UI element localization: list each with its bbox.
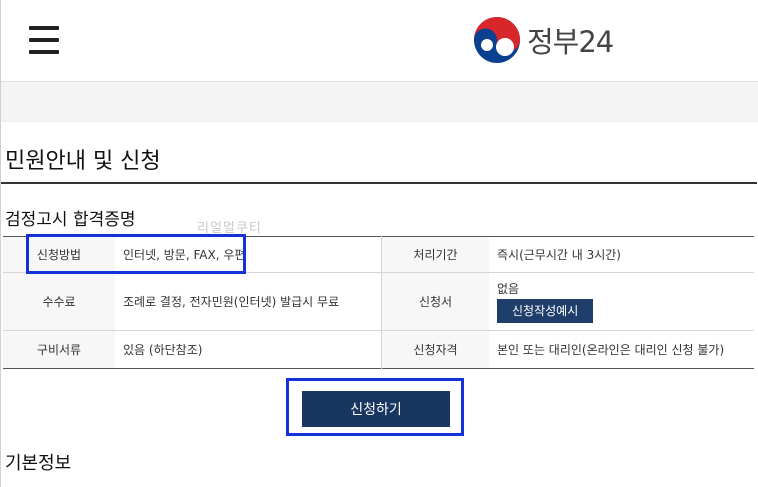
table-value: 없음 xyxy=(497,281,520,296)
form-sample-button[interactable]: 신청작성예시 xyxy=(497,298,594,323)
sub-navigation-band xyxy=(1,82,758,122)
table-label: 수수료 xyxy=(3,272,115,331)
table-label: 신청서 xyxy=(381,272,489,331)
page: 정부24 민원안내 및 신청 검정고시 합격증명 리얼멀쿠티 신청방법 인터넷,… xyxy=(0,0,758,487)
table-value: 즉시(근무시간 내 3시간) xyxy=(497,248,621,262)
government-emblem-icon xyxy=(474,17,520,63)
hamburger-menu-icon[interactable] xyxy=(29,26,59,54)
service-title: 검정고시 합격증명 xyxy=(5,210,136,230)
header: 정부24 xyxy=(1,0,758,82)
application-method-highlight xyxy=(26,234,246,274)
table-label: 처리기간 xyxy=(381,236,489,273)
table-label: 신청자격 xyxy=(381,330,489,369)
table-row: 수수료 조례로 결정, 전자민원(인터넷) 발급시 무료 신청서 없음 신청작성… xyxy=(3,272,754,331)
basic-info-title: 기본정보 xyxy=(5,453,72,474)
table-value: 조례로 결정, 전자민원(인터넷) 발급시 무료 xyxy=(123,295,340,309)
table-value: 본인 또는 대리인(온라인은 대리인 신청 불가) xyxy=(497,343,725,357)
logo[interactable]: 정부24 xyxy=(473,16,614,64)
table-value: 있음 (하단참조) xyxy=(123,343,203,357)
title-divider xyxy=(1,182,757,184)
apply-button-highlight xyxy=(286,378,464,436)
table-label: 구비서류 xyxy=(3,330,115,369)
application-form-cell: 없음 신청작성예시 xyxy=(489,273,754,331)
page-title: 민원안내 및 신청 xyxy=(5,149,161,174)
logo-text: 정부24 xyxy=(527,25,614,59)
table-row: 구비서류 있음 (하단참조) 신청자격 본인 또는 대리인(온라인은 대리인 신… xyxy=(3,330,754,369)
